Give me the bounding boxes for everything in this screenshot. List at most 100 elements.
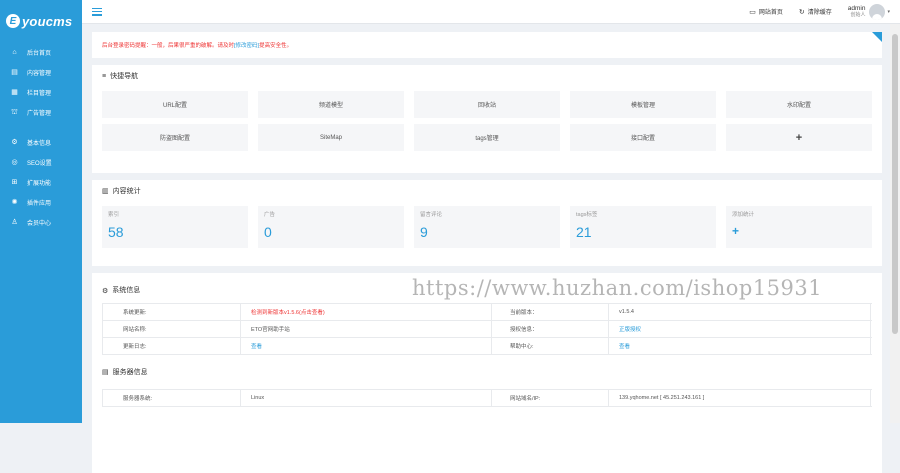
quick-nav-title-text: 快捷导航 [110, 73, 139, 80]
stat-card-ads[interactable]: 广告 0 [258, 206, 404, 248]
quick-add-button[interactable]: + [726, 124, 872, 151]
refresh-icon: ↻ [798, 8, 805, 16]
user-name: admin [847, 4, 866, 12]
table-key: 授权信息： [492, 320, 609, 338]
sidebar-item-label: 会员中心 [27, 220, 52, 227]
sidebar-item-label: 广告管理 [27, 110, 52, 117]
seo-icon: ◎ [11, 159, 18, 166]
table-value: ETO官网助手站 [241, 320, 492, 338]
quick-url-config-button[interactable]: URL配置 [102, 91, 248, 118]
main-content: 后台登录密码提醒：一般，后果很严重的破解。请及时 [修改密码] 提高安全性。 ≡… [82, 24, 890, 473]
list-icon: ≡ [102, 72, 107, 80]
password-notice: 后台登录密码提醒：一般，后果很严重的破解。请及时 [修改密码] 提高安全性。 [92, 32, 882, 58]
sidebar-item-label: 内容管理 [27, 70, 52, 77]
stat-card-add[interactable]: 添加统计 + [726, 206, 872, 248]
update-available-link[interactable]: 检测到新版本v1.5.6(点击查看) [241, 303, 492, 321]
sidebar-item-label: 栏目管理 [27, 90, 52, 97]
quick-nav-panel: ≡ 快捷导航 URL配置 频道模型 回收站 模板管理 水印配置 防盗图配置 Sit… [92, 65, 882, 173]
clear-cache-label: 清除缓存 [807, 10, 832, 16]
table-key: 系统更新: [102, 303, 241, 321]
gear-icon: ⚙ [102, 288, 109, 295]
system-info-panel: ⚙ 系统信息 系统更新: 检测到新版本v1.5.6(点击查看) 当前版本： v1.… [92, 273, 882, 473]
stats-panel: ▥ 内容统计 索引 58 广告 0 留言评论 9 tags标签 21 添加统计 + [92, 180, 882, 266]
clear-cache-link[interactable]: ↻ 清除缓存 [798, 7, 832, 17]
stat-label: 索引 [108, 212, 120, 218]
site-home-link[interactable]: ▭ 网站首页 [749, 7, 783, 17]
plugin-icon: ✺ [11, 199, 18, 206]
stat-value: 9 [420, 224, 428, 240]
stat-value: 21 [576, 224, 592, 240]
sidebar-item-basic[interactable]: ⚙ 基本信息 [0, 132, 82, 152]
quick-nav-grid: URL配置 频道模型 回收站 模板管理 水印配置 防盗图配置 SiteMap t… [92, 87, 882, 151]
changelog-link[interactable]: 查看 [241, 337, 492, 355]
user-names: admin 创始人 [848, 5, 866, 19]
sidebar-item-member[interactable]: ♙ 会员中心 [0, 212, 82, 232]
sidebar-nav: ⌂ 后台首页 ▤ 内容管理 ▦ 栏目管理 ⛫ 广告管理 ⚙ 基本信息 ◎ SEO设置 ⊞ 扩展… [0, 42, 82, 232]
monitor-icon: ▭ [749, 8, 756, 16]
server-info-title-text: 服务器信息 [112, 369, 148, 376]
logo-mark: E [6, 14, 20, 28]
menu-toggle-icon[interactable] [92, 7, 102, 16]
avatar[interactable] [869, 3, 886, 20]
table-row: 网站名称: ETO官网助手站 授权信息： 正版授权 [102, 320, 872, 338]
stat-card-comments[interactable]: 留言评论 9 [414, 206, 560, 248]
corner-ribbon-icon [872, 32, 882, 42]
site-home-label: 网站首页 [758, 10, 783, 16]
quick-hotlink-button[interactable]: 防盗图配置 [102, 124, 248, 151]
stat-add-icon: + [732, 224, 740, 238]
page-scrollbar[interactable] [890, 24, 900, 423]
help-center-link[interactable]: 查看 [609, 337, 871, 355]
quick-template-button[interactable]: 模板管理 [570, 91, 716, 118]
quick-tags-button[interactable]: tags管理 [414, 124, 560, 151]
notice-text-after: 提高安全性。 [259, 43, 293, 49]
stat-label: tags标签 [576, 212, 598, 218]
stat-value: 0 [264, 224, 272, 240]
stats-grid: 索引 58 广告 0 留言评论 9 tags标签 21 添加统计 + [92, 202, 882, 248]
quick-watermark-button[interactable]: 水印配置 [726, 91, 872, 118]
bar-chart-icon: ▥ [102, 188, 109, 195]
header-right: ▭ 网站首页 ↻ 清除缓存 admin 创始人 ▾ [749, 0, 900, 24]
logo-text: youcms [22, 13, 73, 29]
stat-label: 添加统计 [732, 212, 755, 218]
gear-icon: ⚙ [11, 139, 18, 146]
sidebar-item-plugin[interactable]: ✺ 插件应用 [0, 192, 82, 212]
server-info-table: 服务器系统: Linux 网站域名/IP: 139.yqhome.net [ 4… [102, 389, 872, 407]
sidebar: E youcms ⌂ 后台首页 ▤ 内容管理 ▦ 栏目管理 ⛫ 广告管理 ⚙ 基本信息 ◎… [0, 0, 82, 423]
sidebar-item-label: 后台首页 [27, 50, 52, 57]
logo[interactable]: E youcms [0, 0, 82, 42]
table-value: v1.5.4 [609, 303, 871, 321]
sidebar-item-home[interactable]: ⌂ 后台首页 [0, 42, 82, 62]
quick-channel-model-button[interactable]: 频道模型 [258, 91, 404, 118]
license-link[interactable]: 正版授权 [609, 320, 871, 338]
stat-label: 广告 [264, 212, 276, 218]
sidebar-item-label: 插件应用 [27, 200, 52, 207]
sidebar-item-seo[interactable]: ◎ SEO设置 [0, 152, 82, 172]
sidebar-gap [0, 122, 82, 132]
sidebar-item-extend[interactable]: ⊞ 扩展功能 [0, 172, 82, 192]
sidebar-item-ad[interactable]: ⛫ 广告管理 [0, 102, 82, 122]
quick-api-button[interactable]: 接口配置 [570, 124, 716, 151]
user-icon: ♙ [11, 219, 18, 226]
content-icon: ▤ [11, 69, 18, 76]
sidebar-item-column[interactable]: ▦ 栏目管理 [0, 82, 82, 102]
quick-recycle-bin-button[interactable]: 回收站 [414, 91, 560, 118]
scrollbar-thumb[interactable] [892, 34, 898, 334]
stat-card-tags[interactable]: tags标签 21 [570, 206, 716, 248]
chevron-down-icon[interactable]: ▾ [887, 9, 890, 15]
table-key: 帮助中心: [492, 337, 609, 355]
change-password-link[interactable]: [修改密码] [234, 41, 259, 49]
ad-icon: ⛫ [11, 108, 18, 116]
sidebar-item-label: 扩展功能 [27, 180, 52, 187]
user-role: 创始人 [850, 11, 866, 18]
stat-card-index[interactable]: 索引 58 [102, 206, 248, 248]
grid-icon: ⊞ [11, 179, 18, 186]
table-row: 更新日志: 查看 帮助中心: 查看 [102, 337, 872, 355]
table-row: 系统更新: 检测到新版本v1.5.6(点击查看) 当前版本： v1.5.4 [102, 303, 872, 321]
user-menu[interactable]: admin 创始人 ▾ [848, 3, 890, 20]
notice-text-before: 后台登录密码提醒：一般，后果很严重的破解。请及时 [102, 43, 235, 49]
sidebar-item-content[interactable]: ▤ 内容管理 [0, 62, 82, 82]
stats-title-text: 内容统计 [112, 188, 141, 195]
table-value: 139.yqhome.net [ 45.251.243.161 ] [609, 389, 871, 407]
table-key: 更新日志: [102, 337, 241, 355]
quick-sitemap-button[interactable]: SiteMap [258, 124, 404, 151]
